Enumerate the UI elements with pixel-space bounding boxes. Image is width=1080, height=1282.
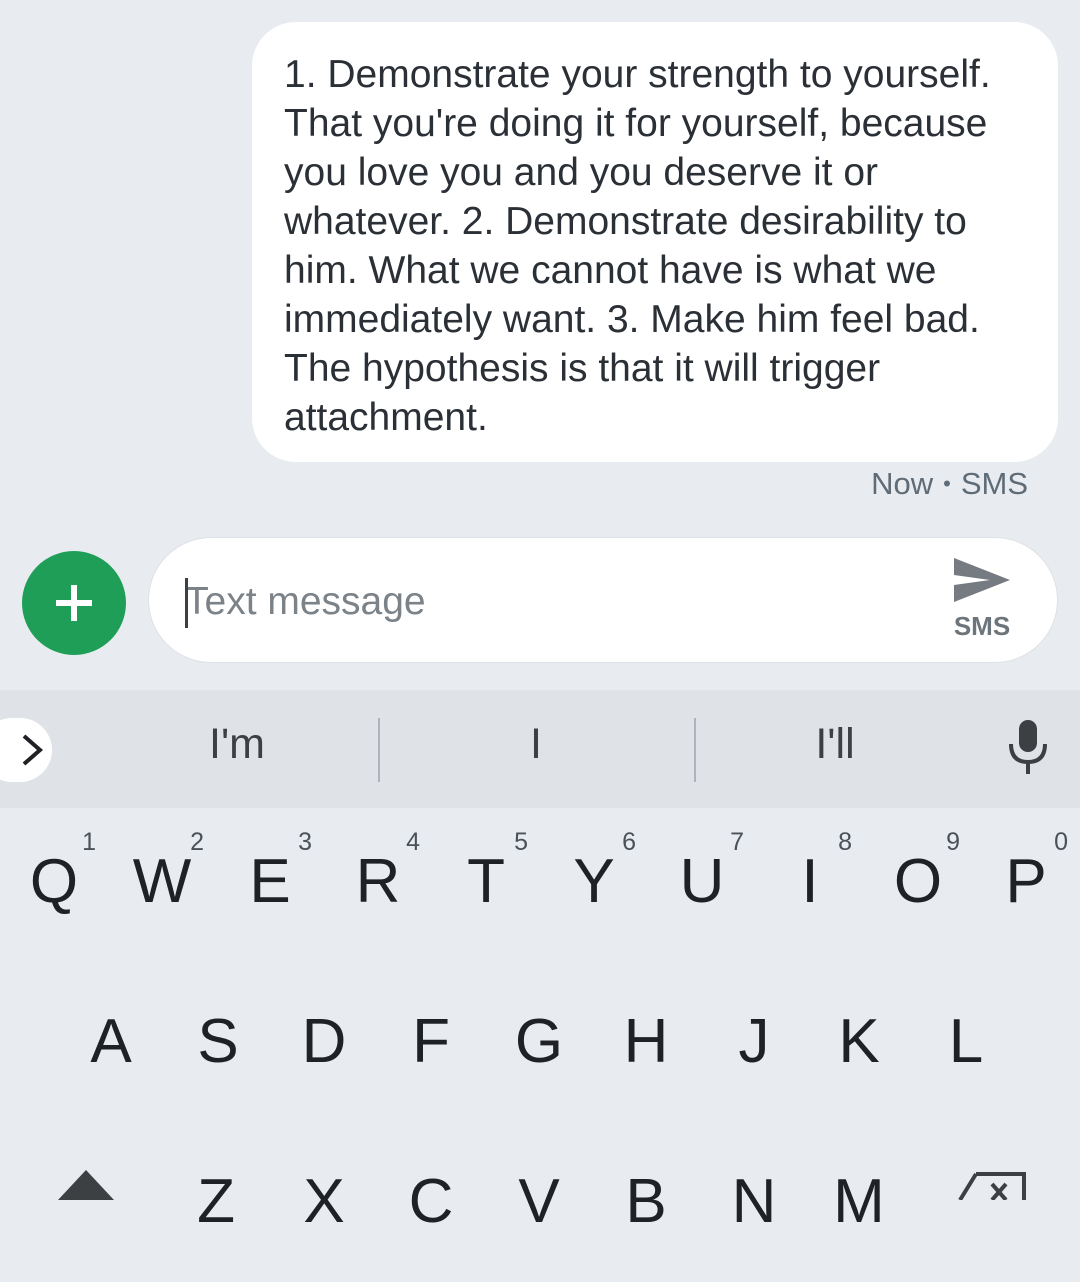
compose-box: SMS (148, 537, 1058, 663)
keyboard-expand-button[interactable] (0, 718, 52, 782)
key-y[interactable]: 6 Y (540, 808, 648, 928)
suggestion-1[interactable]: I'm (112, 720, 362, 780)
key-label: P (1005, 847, 1047, 916)
key-label: A (90, 1007, 132, 1076)
key-label: N (731, 1167, 777, 1236)
key-k[interactable]: K (805, 1000, 913, 1120)
key-label: U (679, 847, 725, 916)
backspace-key[interactable] (958, 1170, 1028, 1202)
keyboard-suggestion-bar: I'm I I'll (0, 690, 1080, 808)
key-label: W (132, 847, 192, 916)
text-cursor (185, 578, 188, 628)
message-bubble[interactable]: 1. Demonstrate your strength to yourself… (252, 22, 1058, 462)
key-t[interactable]: 5 T (432, 808, 540, 928)
message-status: Now • SMS (871, 466, 1028, 502)
key-i[interactable]: 8 I (756, 808, 864, 928)
key-label: G (514, 1007, 564, 1076)
message-text: 1. Demonstrate your strength to yourself… (284, 53, 991, 439)
key-label: F (412, 1007, 450, 1076)
key-j[interactable]: J (700, 1000, 808, 1120)
key-label: K (838, 1007, 880, 1076)
key-l[interactable]: L (912, 1000, 1020, 1120)
keyboard: 1 Q 2 W 3 E 4 R 5 T 6 Y 7 U 8 I 9 O 0 P … (0, 808, 1080, 1236)
microphone-icon (1009, 720, 1047, 774)
suggestion-divider (694, 718, 696, 782)
key-label: Z (197, 1167, 235, 1236)
key-c[interactable]: C (377, 1162, 485, 1282)
key-s[interactable]: S (164, 1000, 272, 1120)
key-p[interactable]: 0 P (972, 808, 1080, 928)
chevron-right-icon (22, 734, 44, 766)
key-h[interactable]: H (592, 1000, 700, 1120)
send-channel-label: SMS (953, 611, 1011, 641)
key-f[interactable]: F (377, 1000, 485, 1120)
key-q[interactable]: 1 Q (0, 808, 108, 928)
key-u[interactable]: 7 U (648, 808, 756, 928)
key-v[interactable]: V (485, 1162, 593, 1282)
key-w[interactable]: 2 W (108, 808, 216, 928)
key-label: J (738, 1007, 770, 1076)
message-time: Now (871, 466, 934, 501)
key-z[interactable]: Z (162, 1162, 270, 1282)
key-label: Q (29, 847, 79, 916)
key-label: O (893, 847, 943, 916)
key-label: C (408, 1167, 454, 1236)
key-label: E (249, 847, 291, 916)
key-o[interactable]: 9 O (864, 808, 972, 928)
key-label: T (467, 847, 505, 916)
key-d[interactable]: D (270, 1000, 378, 1120)
key-e[interactable]: 3 E (216, 808, 324, 928)
key-a[interactable]: A (57, 1000, 165, 1120)
key-label: R (355, 847, 401, 916)
plus-icon (56, 585, 92, 621)
key-g[interactable]: G (485, 1000, 593, 1120)
key-r[interactable]: 4 R (324, 808, 432, 928)
backspace-icon (958, 1172, 1026, 1202)
message-channel: SMS (960, 466, 1028, 501)
voice-input-button[interactable] (1006, 716, 1050, 780)
shift-icon (58, 1170, 114, 1200)
key-label: I (801, 847, 819, 916)
status-separator: • (943, 471, 951, 496)
key-m[interactable]: M (805, 1162, 913, 1282)
key-label: B (625, 1167, 667, 1236)
shift-key[interactable] (56, 1168, 116, 1200)
key-label: H (623, 1007, 669, 1076)
key-label: D (301, 1007, 347, 1076)
suggestion-3[interactable]: I'll (710, 720, 960, 780)
attach-button[interactable] (22, 551, 126, 655)
key-label: S (197, 1007, 239, 1076)
suggestion-2[interactable]: I (411, 720, 661, 780)
key-b[interactable]: B (592, 1162, 700, 1282)
send-icon (954, 558, 1010, 602)
key-n[interactable]: N (700, 1162, 808, 1282)
key-label: L (948, 1007, 984, 1076)
suggestion-divider (378, 718, 380, 782)
key-label: X (303, 1167, 345, 1236)
key-x[interactable]: X (270, 1162, 378, 1282)
key-label: M (833, 1167, 885, 1236)
send-button[interactable]: SMS (947, 556, 1017, 648)
key-label: Y (573, 847, 615, 916)
key-label: V (518, 1167, 560, 1236)
text-message-input[interactable] (185, 576, 905, 628)
